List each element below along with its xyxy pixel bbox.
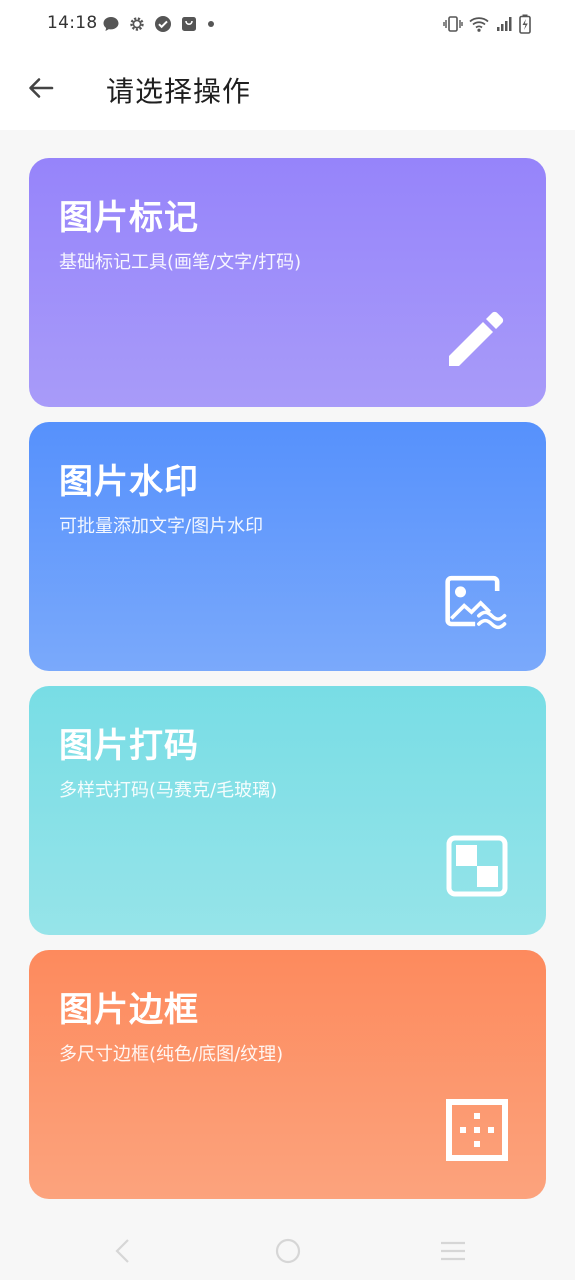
card-title: 图片边框 — [59, 990, 199, 1030]
image-watermark-card[interactable]: 图片水印 可批量添加文字/图片水印 — [29, 422, 546, 671]
checker-square-icon — [444, 833, 510, 899]
status-notification-icons — [102, 14, 216, 34]
image-wave-icon — [444, 569, 510, 635]
card-title: 图片打码 — [59, 726, 199, 766]
card-title: 图片标记 — [59, 198, 199, 238]
operation-list: 图片标记 基础标记工具(画笔/文字/打码) 图片水印 可批量添加文字/图片水印 … — [0, 130, 575, 1218]
card-description: 多尺寸边框(纯色/底图/纹理) — [59, 1044, 284, 1065]
image-mosaic-card[interactable]: 图片打码 多样式打码(马赛克/毛玻璃) — [29, 686, 546, 935]
status-bar: 14:18 — [0, 0, 575, 50]
status-time: 14:18 — [47, 13, 98, 33]
shopping-bag-icon — [180, 15, 198, 33]
card-description: 基础标记工具(画笔/文字/打码) — [59, 252, 302, 273]
nav-home-icon[interactable] — [273, 1236, 303, 1266]
signal-icon — [495, 15, 513, 33]
app-bar: 请选择操作 — [0, 50, 575, 130]
image-marking-card[interactable]: 图片标记 基础标记工具(画笔/文字/打码) — [29, 158, 546, 407]
dot-icon — [206, 15, 216, 33]
page-title: 请选择操作 — [106, 75, 252, 108]
system-navigation-bar — [0, 1218, 575, 1280]
battery-charging-icon — [519, 14, 531, 34]
nav-back-icon[interactable] — [108, 1236, 138, 1266]
arrow-left-icon — [27, 74, 55, 106]
chat-bubble-icon — [102, 15, 120, 33]
card-description: 多样式打码(马赛克/毛玻璃) — [59, 780, 278, 801]
wifi-icon — [469, 15, 489, 33]
card-title: 图片水印 — [59, 462, 199, 502]
card-description: 可批量添加文字/图片水印 — [59, 516, 264, 537]
check-circle-icon — [154, 15, 172, 33]
vibrate-icon — [443, 15, 463, 33]
dotted-frame-icon — [444, 1097, 510, 1163]
back-button[interactable] — [22, 71, 60, 109]
image-border-card[interactable]: 图片边框 多尺寸边框(纯色/底图/纹理) — [29, 950, 546, 1199]
gear-icon — [128, 15, 146, 33]
status-system-icons — [443, 14, 531, 34]
pencil-icon — [444, 305, 510, 371]
nav-menu-icon[interactable] — [438, 1236, 468, 1266]
